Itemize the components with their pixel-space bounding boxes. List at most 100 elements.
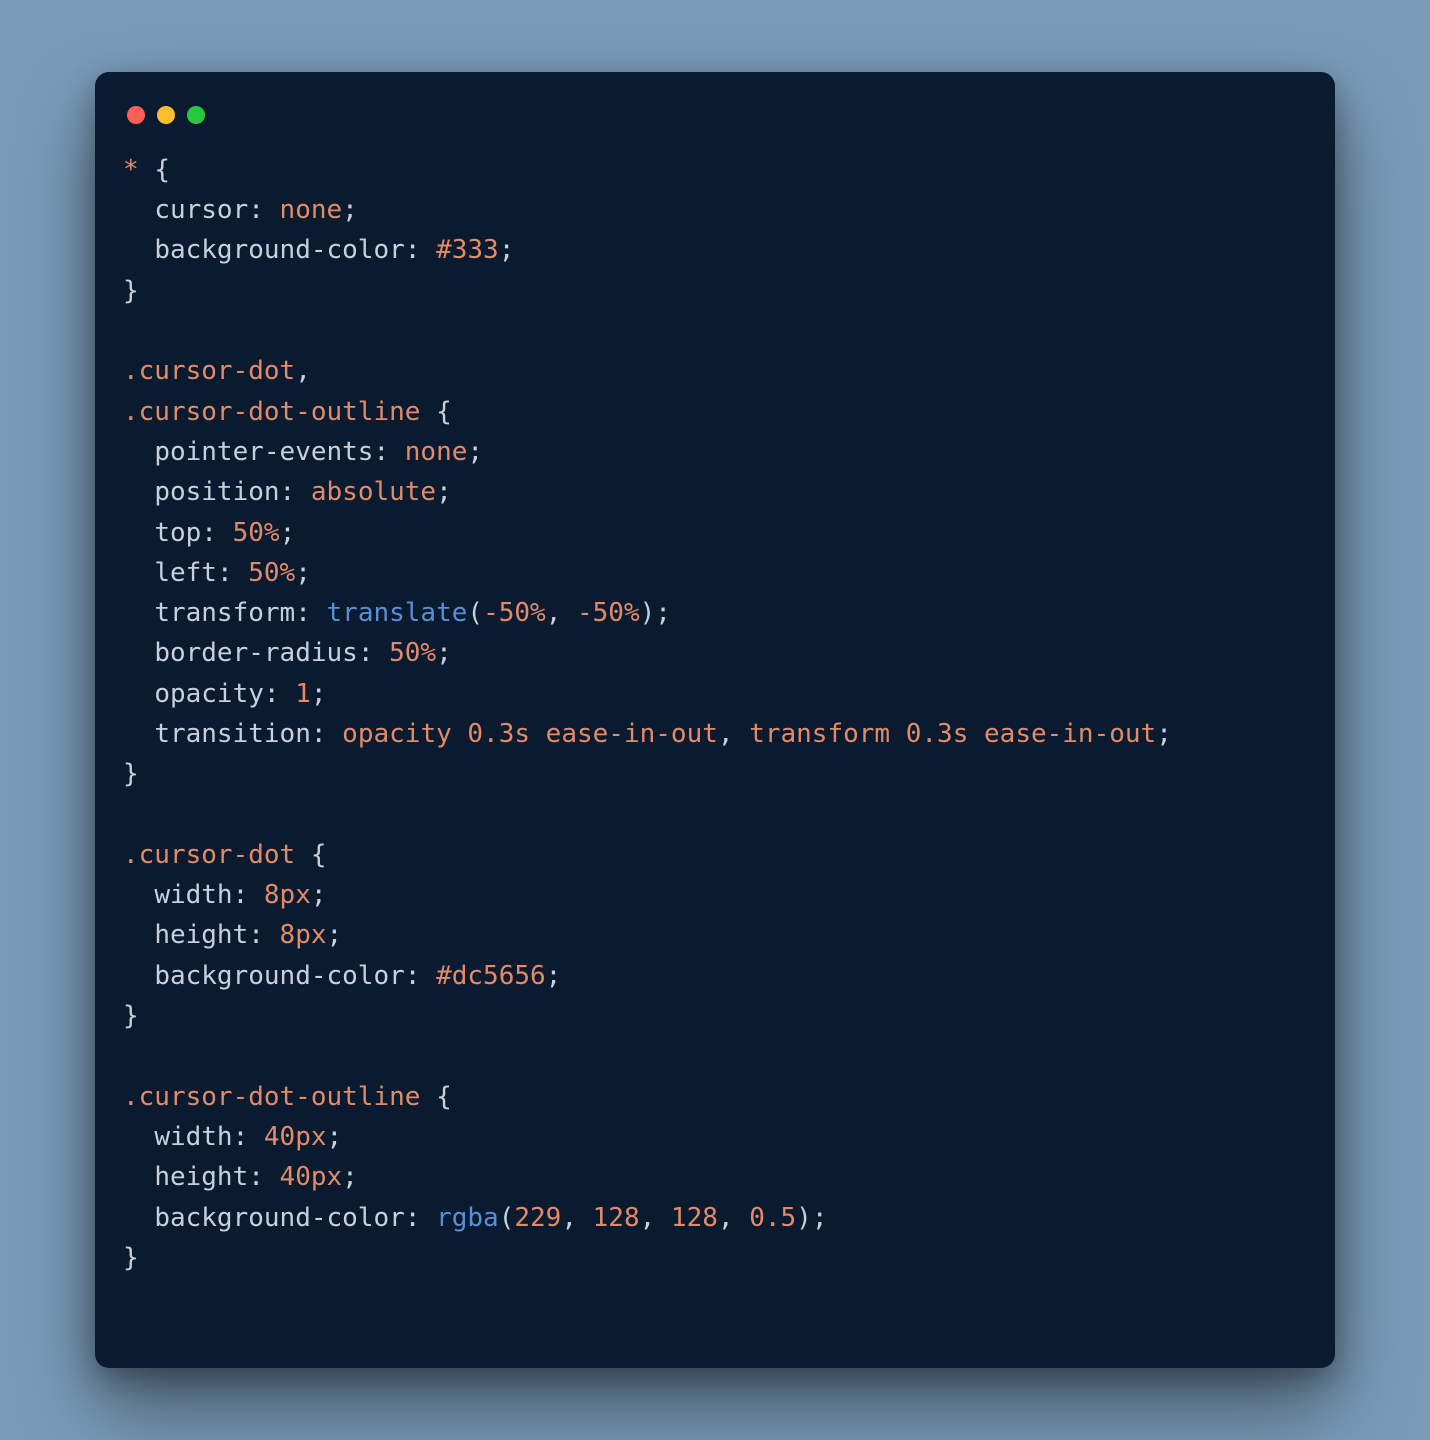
code-token: opacity — [342, 719, 467, 749]
code-token: ; — [342, 195, 358, 225]
code-token: #dc5656 — [436, 961, 546, 991]
code-token: 40px — [280, 1162, 343, 1192]
code-token: ; — [327, 1122, 343, 1152]
code-token: : — [248, 195, 279, 225]
code-token: : — [233, 880, 264, 910]
code-token: -50% — [483, 598, 546, 628]
code-token: ease-in-out — [530, 719, 718, 749]
code-token: opacity — [154, 679, 264, 709]
code-token: cursor — [154, 195, 248, 225]
zoom-icon[interactable] — [187, 106, 205, 124]
code-token: height — [154, 1162, 248, 1192]
code-token: ; — [311, 679, 327, 709]
code-token — [420, 397, 436, 427]
code-token — [123, 1122, 154, 1152]
code-token: border-radius — [154, 638, 358, 668]
code-token — [295, 840, 311, 870]
code-token: : — [217, 558, 248, 588]
code-token — [123, 920, 154, 950]
code-token — [420, 1082, 436, 1112]
code-token — [123, 1162, 154, 1192]
code-token: : — [295, 598, 326, 628]
code-block: * { cursor: none; background-color: #333… — [123, 150, 1307, 1278]
code-token: } — [123, 1001, 139, 1031]
code-token: background-color — [154, 235, 404, 265]
code-token: ; — [467, 437, 483, 467]
code-token: { — [436, 1082, 452, 1112]
code-token: : — [201, 518, 232, 548]
code-token: top — [154, 518, 201, 548]
code-token: , — [718, 719, 749, 749]
code-token: .cursor-dot — [123, 840, 295, 870]
code-token — [123, 477, 154, 507]
code-token: 0.3s — [467, 719, 530, 749]
window-titlebar — [123, 100, 1307, 150]
code-token: 50% — [248, 558, 295, 588]
code-token — [123, 437, 154, 467]
code-token: height — [154, 920, 248, 950]
code-token: position — [154, 477, 279, 507]
code-token: ; — [436, 638, 452, 668]
code-token: { — [154, 155, 170, 185]
code-token — [123, 195, 154, 225]
code-token — [123, 558, 154, 588]
code-token: , — [295, 356, 311, 386]
code-token: background-color — [154, 961, 404, 991]
code-token — [123, 679, 154, 709]
code-token: : — [405, 1203, 436, 1233]
code-token: 128 — [671, 1203, 718, 1233]
code-token — [123, 235, 154, 265]
code-token: 8px — [264, 880, 311, 910]
code-token: none — [405, 437, 468, 467]
code-token: , — [640, 1203, 671, 1233]
code-token: } — [123, 276, 139, 306]
code-token: } — [123, 759, 139, 789]
code-token: 50% — [389, 638, 436, 668]
code-token: : — [405, 235, 436, 265]
code-token: : — [311, 719, 342, 749]
code-token: ease-in-out — [968, 719, 1156, 749]
code-token: ; — [342, 1162, 358, 1192]
code-token — [139, 155, 155, 185]
code-token: 128 — [593, 1203, 640, 1233]
code-token: ; — [311, 880, 327, 910]
code-token — [123, 598, 154, 628]
code-token — [123, 961, 154, 991]
code-token: #333 — [436, 235, 499, 265]
code-token: ; — [295, 558, 311, 588]
code-token: : — [405, 961, 436, 991]
code-token: pointer-events — [154, 437, 373, 467]
code-token: left — [154, 558, 217, 588]
code-token: ; — [327, 920, 343, 950]
code-token — [123, 638, 154, 668]
code-window: * { cursor: none; background-color: #333… — [95, 72, 1335, 1368]
code-token: .cursor-dot-outline — [123, 1082, 420, 1112]
code-token: none — [280, 195, 343, 225]
code-token: rgba — [436, 1203, 499, 1233]
code-token: ; — [1156, 719, 1172, 749]
code-token: : — [264, 679, 295, 709]
code-token: width — [154, 1122, 232, 1152]
minimize-icon[interactable] — [157, 106, 175, 124]
code-token: ; — [546, 961, 562, 991]
code-token: absolute — [311, 477, 436, 507]
code-token: : — [280, 477, 311, 507]
code-token: : — [248, 920, 279, 950]
code-token: transform — [154, 598, 295, 628]
code-token: ) — [640, 598, 656, 628]
code-token: : — [373, 437, 404, 467]
code-token: ; — [280, 518, 296, 548]
code-token: { — [311, 840, 327, 870]
code-token: -50% — [577, 598, 640, 628]
code-token: * — [123, 155, 139, 185]
close-icon[interactable] — [127, 106, 145, 124]
code-token: width — [154, 880, 232, 910]
code-token: 40px — [264, 1122, 327, 1152]
code-token: transition — [154, 719, 311, 749]
code-token: 0.5 — [749, 1203, 796, 1233]
code-token — [123, 880, 154, 910]
code-token: ( — [499, 1203, 515, 1233]
code-token: translate — [327, 598, 468, 628]
code-token: 1 — [295, 679, 311, 709]
code-token: , — [718, 1203, 749, 1233]
